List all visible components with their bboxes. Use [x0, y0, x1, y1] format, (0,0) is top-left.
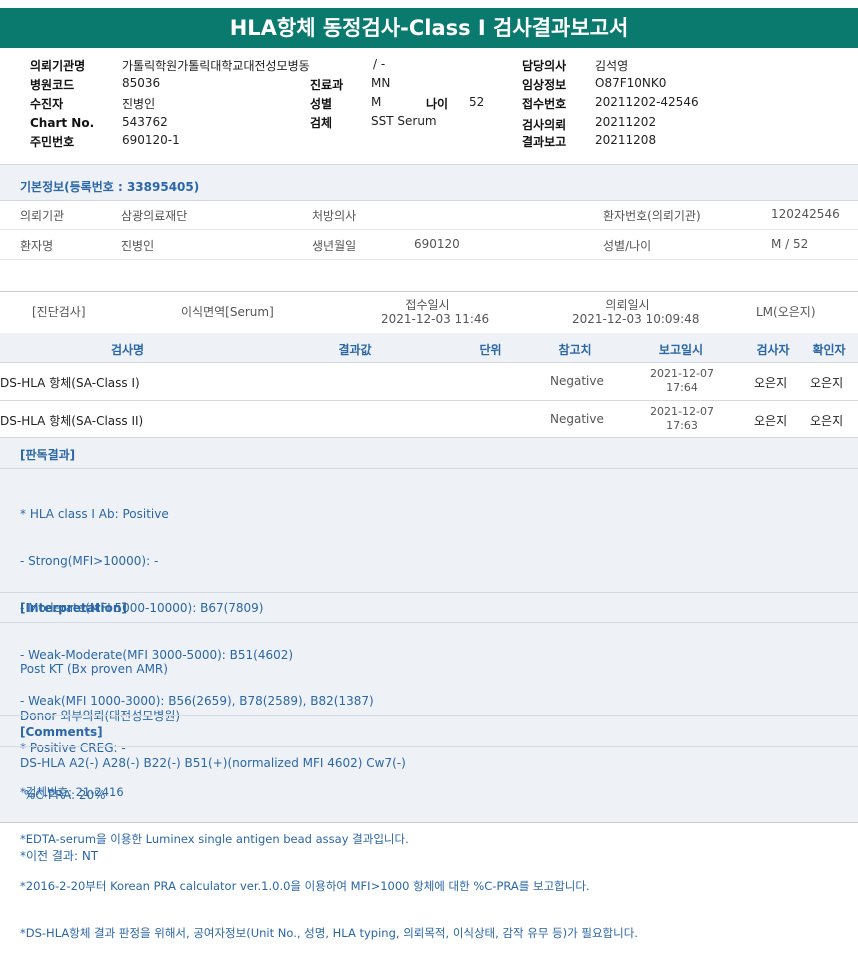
request-org-value: 가톨릭학원가톨릭대학교대전성모병동: [122, 59, 310, 73]
comment-line: *검체번호: 21-2416: [20, 785, 124, 800]
diag-label: [진단검사]: [32, 305, 86, 319]
interpretation-line: Post KT (Bx proven AMR): [20, 662, 168, 677]
row-report-date: 2021-12-07: [650, 405, 714, 418]
sexage-value: M / 52: [771, 237, 809, 251]
examinee-value: 진병인: [122, 97, 156, 111]
result-line: * HLA class I Ab: Positive: [20, 507, 169, 522]
interpretation-title: [Interpretation]: [20, 601, 127, 615]
resident-no-label: 주민번호: [30, 135, 75, 149]
clinical-label: 임상정보: [522, 78, 567, 92]
row-confirmer: 오은지: [810, 376, 844, 390]
patient-no-label: 환자번호(의뢰기관): [603, 209, 701, 223]
resident-no-value: 690120-1: [122, 133, 180, 147]
requested-value: 2021-12-03 10:09:48: [572, 312, 700, 326]
chart-no-value: 543762: [122, 115, 168, 129]
sexage-label: 성별/나이: [603, 239, 652, 253]
row-reference: Negative: [550, 374, 604, 388]
request-org-label: 의뢰기관명: [30, 59, 86, 73]
result-report-label: 결과보고: [522, 135, 567, 149]
row-tester: 오은지: [754, 376, 788, 390]
specimen-label: 검체: [310, 116, 333, 130]
row-confirmer: 오은지: [810, 414, 844, 428]
divider: [0, 746, 858, 747]
report-title: HLA항체 동정검사-Class I 검사결과보고서: [0, 8, 858, 48]
patient-name-label: 환자명: [20, 239, 54, 253]
row-test-name: DS-HLA 항체(SA-Class I): [0, 376, 140, 390]
divider: [0, 291, 858, 292]
request-org-extra: / -: [373, 57, 386, 71]
comments-title: [Comments]: [20, 725, 103, 739]
results-table-header: 검사명 결과값 단위 참고치 보고일시 검사자 확인자: [0, 333, 858, 362]
diag-test: 이식면역[Serum]: [181, 305, 274, 319]
prescriber-label: 처방의사: [312, 209, 357, 223]
age-label: 나이: [426, 97, 449, 111]
doctor-value: 김석영: [595, 59, 629, 73]
divider: [0, 400, 858, 401]
col-confirmer: 확인자: [812, 343, 846, 357]
test-request-label: 검사의뢰: [522, 118, 567, 132]
divider: [0, 715, 858, 716]
comment-line: *DS-HLA항체 결과 판정을 위해서, 공여자정보(Unit No., 성명…: [20, 925, 638, 940]
judgement-title: [판독결과]: [20, 448, 76, 462]
clinical-value: O87F10NK0: [595, 76, 667, 90]
divider: [0, 200, 858, 201]
row-report-time: 17:64: [666, 381, 698, 394]
received-label: 접수일시: [405, 298, 450, 312]
row-tester: 오은지: [754, 414, 788, 428]
row-test-name: DS-HLA 항체(SA-Class II): [0, 414, 144, 428]
sex-value: M: [371, 95, 382, 109]
row-report-time: 17:63: [666, 419, 698, 432]
divider: [0, 259, 858, 260]
receipt-no-label: 접수번호: [522, 97, 567, 111]
chart-no-label: Chart No.: [30, 116, 95, 130]
divider: [0, 592, 858, 593]
birth-value: 690120: [414, 237, 460, 251]
interpretation-line: Donor 외부의뢰(대전성모병원): [20, 709, 406, 725]
doctor-label: 담당의사: [522, 59, 567, 73]
col-result: 결과값: [338, 343, 372, 357]
patient-no-value: 120242546: [771, 207, 840, 221]
sex-label: 성별: [310, 97, 333, 111]
birth-label: 생년월일: [312, 239, 357, 253]
divider: [0, 468, 858, 469]
comment-line: *2016-2-20부터 Korean PRA calculator ver.1…: [20, 878, 590, 893]
col-reference: 참고치: [558, 343, 592, 357]
patient-name-value: 진병인: [121, 239, 155, 253]
age-value: 52: [469, 95, 485, 109]
hospital-code-value: 85036: [122, 76, 161, 90]
report-header: 의뢰기관명 가톨릭학원가톨릭대학교대전성모병동 / - 담당의사 김석영 병원코…: [0, 50, 858, 164]
col-test-name: 검사명: [110, 343, 145, 357]
org-label: 의뢰기관: [20, 209, 65, 223]
comment-line: *EDTA-serum을 이용한 Luminex single antigen …: [20, 831, 409, 846]
result-report-value: 20211208: [595, 133, 657, 147]
col-unit: 단위: [479, 343, 502, 357]
col-tester: 검사자: [756, 343, 790, 357]
received-value: 2021-12-03 11:46: [381, 312, 490, 326]
divider: [0, 362, 858, 363]
specimen-value: SST Serum: [371, 114, 437, 128]
comments-text: *검체번호: 21-2416 *EDTA-serum을 이용한 Luminex …: [20, 754, 638, 957]
hospital-code-label: 병원코드: [30, 78, 75, 92]
basic-info-title: 기본정보(등록번호 : 33895405): [20, 180, 200, 194]
result-line: - Strong(MFI>10000): -: [20, 553, 159, 568]
org-value: 삼광의료재단: [121, 209, 188, 223]
dept-value: MN: [371, 76, 391, 90]
divider: [0, 822, 858, 823]
examinee-label: 수진자: [30, 97, 64, 111]
receipt-no-value: 20211202-42546: [595, 95, 699, 109]
test-request-value: 20211202: [595, 115, 657, 129]
lab-name: LM(오은지): [756, 305, 816, 319]
col-report-date: 보고일시: [658, 343, 704, 357]
dept-label: 진료과: [310, 78, 344, 92]
basic-info-header: 기본정보(등록번호 : 33895405): [0, 165, 858, 200]
divider: [0, 229, 858, 230]
requested-label: 의뢰일시: [605, 298, 650, 312]
divider: [0, 622, 858, 623]
row-report-date: 2021-12-07: [650, 367, 714, 380]
row-reference: Negative: [550, 412, 604, 426]
